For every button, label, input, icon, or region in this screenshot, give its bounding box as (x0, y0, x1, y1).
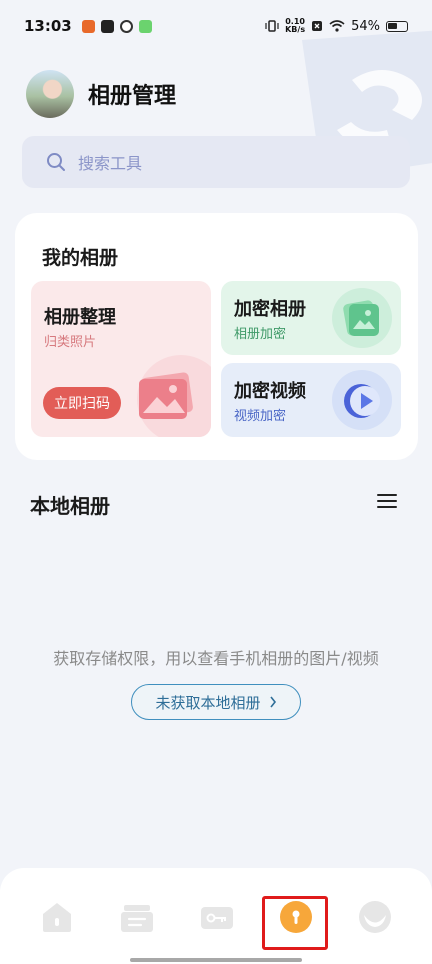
encrypted-album-subtitle: 相册加密 (234, 327, 287, 342)
status-bar: 13:03 0.10 KB/s 54% (0, 0, 432, 52)
encrypted-video-icon (332, 370, 392, 430)
notification-link-icon (119, 19, 133, 33)
encrypted-album-icon (332, 288, 392, 348)
home-indicator (130, 958, 302, 962)
encrypted-album-card[interactable]: 加密相册 相册加密 (221, 281, 401, 355)
nav-files-icon[interactable] (120, 900, 154, 934)
photo-icon (137, 355, 211, 437)
header: 相册管理 (26, 70, 176, 118)
page-title: 相册管理 (88, 84, 177, 109)
search-placeholder: 搜索工具 (78, 154, 143, 173)
active-tab-highlight (262, 896, 328, 950)
vibrate-icon (265, 20, 279, 32)
permission-message: 获取存储权限，用以查看手机相册的图片/视频 (53, 649, 379, 668)
my-albums-card: 我的相册 相册整理 归类照片 立即扫码 加密相册 相册加密 加密视频 视频加密 (15, 213, 418, 460)
avatar[interactable] (26, 70, 74, 118)
encrypted-video-title: 加密视频 (234, 381, 306, 402)
status-left: 13:03 (24, 17, 152, 35)
encrypted-album-title: 加密相册 (234, 299, 306, 320)
battery-icon (386, 20, 408, 32)
my-albums-title: 我的相册 (42, 247, 119, 269)
search-bar[interactable]: 搜索工具 (22, 136, 410, 188)
status-right: 0.10 KB/s 54% (265, 18, 408, 34)
album-organize-title: 相册整理 (44, 307, 116, 328)
sim-icon (312, 21, 323, 31)
bottom-nav (0, 868, 432, 964)
chevron-right-icon (269, 696, 276, 708)
notification-play-icon (100, 19, 114, 33)
notification-grid-icon (138, 19, 152, 33)
scan-now-button[interactable]: 立即扫码 (43, 387, 121, 419)
encrypted-video-card[interactable]: 加密视频 视频加密 (221, 363, 401, 437)
status-time: 13:03 (24, 17, 72, 35)
search-icon (47, 153, 65, 171)
local-album-title: 本地相册 (30, 494, 110, 518)
net-speed-unit: KB/s (285, 25, 306, 34)
nav-profile-icon[interactable] (358, 900, 392, 934)
menu-icon[interactable] (377, 493, 397, 509)
nav-home-icon[interactable] (40, 900, 74, 934)
notification-app-icon (81, 19, 95, 33)
encrypted-video-subtitle: 视频加密 (234, 409, 287, 424)
wifi-icon (329, 20, 345, 32)
net-speed: 0.10 KB/s (285, 18, 305, 34)
album-organize-subtitle: 归类照片 (44, 335, 97, 350)
album-organize-card[interactable]: 相册整理 归类照片 立即扫码 (31, 281, 211, 437)
request-permission-label: 未获取本地相册 (155, 693, 261, 712)
nav-key-icon[interactable] (200, 900, 234, 934)
battery-percent: 54% (351, 18, 380, 34)
request-permission-button[interactable]: 未获取本地相册 (131, 684, 301, 720)
